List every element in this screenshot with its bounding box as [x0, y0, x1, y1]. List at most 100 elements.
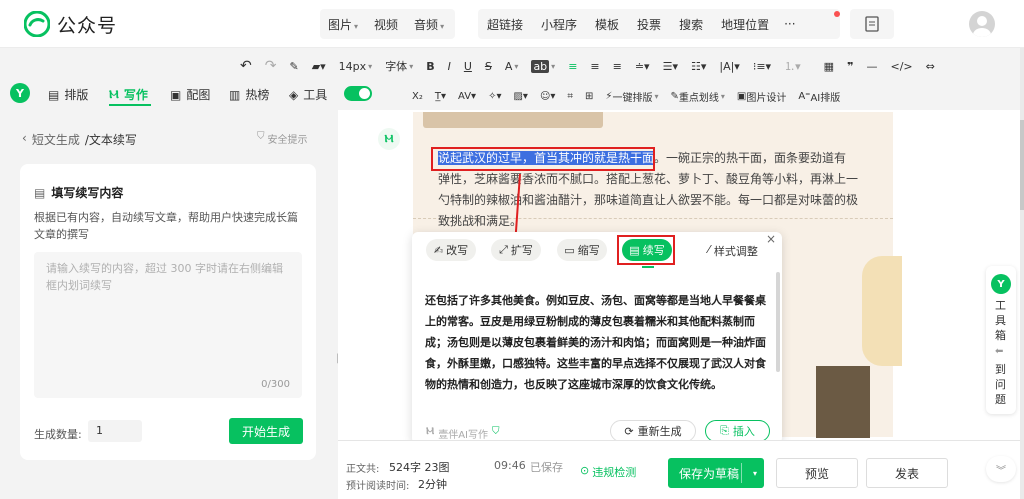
subscript-icon[interactable]: X₂ — [412, 91, 423, 102]
breadcrumb-back-link[interactable]: 短文生成 — [32, 131, 80, 148]
verified-shield-icon: ⛉ — [492, 426, 500, 437]
mode-toggle[interactable] — [344, 86, 372, 101]
strikethrough-button[interactable]: S — [485, 60, 492, 73]
text-effect-icon[interactable]: T̲▾ — [435, 91, 446, 102]
app-name: 公众号 — [57, 15, 118, 37]
regenerate-button[interactable]: ⟳ 重新生成 — [610, 420, 696, 442]
chevron-down-icon[interactable]: ▾ — [753, 469, 757, 478]
ai-assistant-icon[interactable]: Ⲙ — [378, 128, 400, 150]
highlight-line-button[interactable]: ✎ 重点划线 ▾ — [670, 89, 724, 104]
preview-button[interactable]: 预览 — [776, 458, 858, 488]
letter-spacing-icon[interactable]: |A|▾ — [719, 60, 739, 73]
toolbox-logo-icon: Y — [991, 274, 1011, 294]
align-right-icon[interactable]: ≡ — [613, 60, 622, 73]
save-draft-button[interactable]: 保存为草稿 ▾ — [668, 458, 764, 488]
char-spacing-icon[interactable]: AV▾ — [458, 91, 476, 102]
clear-format-icon[interactable]: ▰▾ — [312, 60, 326, 73]
tab-tools[interactable]: ◈ 工具 — [289, 86, 327, 103]
divider-icon[interactable]: — — [867, 60, 878, 73]
list-icon[interactable]: ⁝≡▾ — [753, 60, 771, 73]
align-center-icon[interactable]: ≡ — [590, 60, 599, 73]
undo-icon[interactable]: ↶ — [240, 58, 252, 74]
brand-logo-icon: Ⲙ — [426, 426, 435, 437]
emoji-icon[interactable]: ☺▾ — [540, 91, 555, 102]
quote-icon[interactable]: ❞ — [847, 60, 853, 73]
char-counter: 0/300 — [261, 379, 290, 390]
insert-template[interactable]: 模板 — [586, 16, 628, 33]
safety-tip-link[interactable]: ⛉ 安全提示 — [257, 131, 308, 146]
table-icon[interactable]: ▦ — [824, 60, 834, 73]
collapse-chevron-icon[interactable]: ︾ — [986, 456, 1016, 482]
question-label: 到问题 — [995, 363, 1006, 406]
insert-link[interactable]: 超链接 — [478, 16, 532, 33]
html-icon[interactable]: ⌗ — [567, 91, 573, 102]
document-settings-button[interactable] — [850, 9, 894, 39]
font-family-select[interactable]: 字体 ▾ — [385, 58, 413, 74]
tab-writing[interactable]: Ⲙ 写作 — [109, 86, 148, 103]
publish-button[interactable]: 发表 — [866, 458, 948, 488]
bold-button[interactable]: B — [426, 60, 434, 73]
violation-check-link[interactable]: ⊙ 违规检测 — [580, 464, 636, 480]
italic-button[interactable]: I — [448, 60, 451, 73]
word-count-label: 正文共: — [346, 464, 380, 475]
image-icon: ▣ — [170, 87, 182, 102]
close-icon[interactable]: × — [766, 232, 776, 246]
start-generate-button[interactable]: 开始生成 — [229, 418, 303, 444]
tab-images[interactable]: ▣ 配图 — [170, 86, 210, 103]
back-chevron-icon[interactable]: ‹ — [22, 131, 27, 148]
insert-search[interactable]: 搜索 — [670, 16, 712, 33]
tab-layout[interactable]: ▤ 排版 — [48, 86, 88, 103]
tab-hot[interactable]: ▥ 热榜 — [229, 86, 269, 103]
magic-wand-icon[interactable]: ✧▾ — [488, 91, 501, 102]
chip-rewrite[interactable]: ✍ 改写 — [426, 239, 476, 261]
redo-icon[interactable]: ↷ — [265, 58, 277, 74]
document-icon — [865, 16, 879, 32]
breadcrumb-current: /文本续写 — [84, 133, 137, 147]
rewrite-icon: ✍ — [433, 243, 444, 257]
insert-location[interactable]: 地理位置 — [712, 16, 778, 33]
popup-scrollbar[interactable] — [776, 272, 780, 372]
font-size-select[interactable]: 14px ▾ — [339, 60, 373, 73]
oneclick-layout-button[interactable]: ⚡ 一键排版 ▾ — [605, 89, 658, 104]
paragraph-spacing-icon[interactable]: ☰▾ — [663, 60, 678, 73]
format-painter-icon[interactable]: ✎ — [289, 60, 298, 73]
chip-expand[interactable]: ⤢ 扩写 — [491, 239, 541, 261]
file-icon: ▤ — [34, 185, 46, 200]
ordered-list-icon[interactable]: ⒈▾ — [784, 58, 801, 74]
toolbox-side-panel[interactable]: Y 工具箱 ⬅ 到问题 — [986, 266, 1016, 414]
card-title: ▤ 填写续写内容 — [34, 185, 124, 201]
chip-shorten[interactable]: ▭ 缩写 — [557, 239, 607, 261]
insert-image-menu[interactable]: 图片 ▾ — [320, 16, 366, 33]
ai-write-icon: Ⲙ — [109, 87, 119, 101]
image-design-button[interactable]: ▣ 图片设计 — [737, 89, 786, 104]
style-adjust-button[interactable]: ⁄ 样式调整 — [708, 243, 758, 259]
insert-button[interactable]: ⎘ 插入 — [705, 420, 770, 442]
align-left-icon[interactable]: ≡ — [568, 60, 577, 73]
insert-video-menu[interactable]: 视频 — [366, 16, 406, 33]
insert-miniprogram[interactable]: 小程序 — [532, 16, 586, 33]
more-menu-button[interactable]: ··· — [778, 17, 801, 31]
code-icon[interactable]: </> — [891, 60, 913, 73]
insert-image-icon[interactable]: ▨▾ — [513, 91, 527, 102]
fullscreen-icon[interactable]: ⇔ — [926, 60, 935, 73]
continue-content-input[interactable]: 请输入续写的内容，超过 300 字时请在右侧编辑框内划词续写 0/300 — [34, 252, 302, 398]
avatar[interactable] — [969, 11, 995, 37]
insert-media-group: 图片 ▾ 视频 音频 ▾ — [320, 9, 455, 39]
indent-icon[interactable]: ☷▾ — [691, 60, 706, 73]
underline-button[interactable]: U — [464, 60, 472, 73]
ai-layout-button[interactable]: A⁼ AI排版 — [798, 89, 840, 104]
shield-icon: ⛉ — [257, 131, 265, 142]
briefcase-icon[interactable]: ⊞ — [585, 91, 593, 102]
quantity-input[interactable]: 1 — [88, 420, 142, 442]
font-color-button[interactable]: A ▾ — [505, 60, 519, 73]
page-scrollbar-thumb[interactable] — [1020, 120, 1024, 210]
insert-audio-menu[interactable]: 音频 ▾ — [406, 16, 452, 33]
page-scrollbar[interactable] — [1020, 48, 1024, 499]
arrow-left-icon[interactable]: ⬅ — [995, 346, 1003, 357]
expand-icon: ⤢ — [499, 243, 508, 256]
notification-dot — [834, 11, 840, 17]
line-height-icon[interactable]: ≐▾ — [635, 60, 650, 73]
insert-more-group: 超链接 小程序 模板 投票 搜索 地理位置 ··· — [478, 9, 840, 39]
highlight-color-button[interactable]: ab ▾ — [531, 59, 555, 73]
insert-vote[interactable]: 投票 — [628, 16, 670, 33]
